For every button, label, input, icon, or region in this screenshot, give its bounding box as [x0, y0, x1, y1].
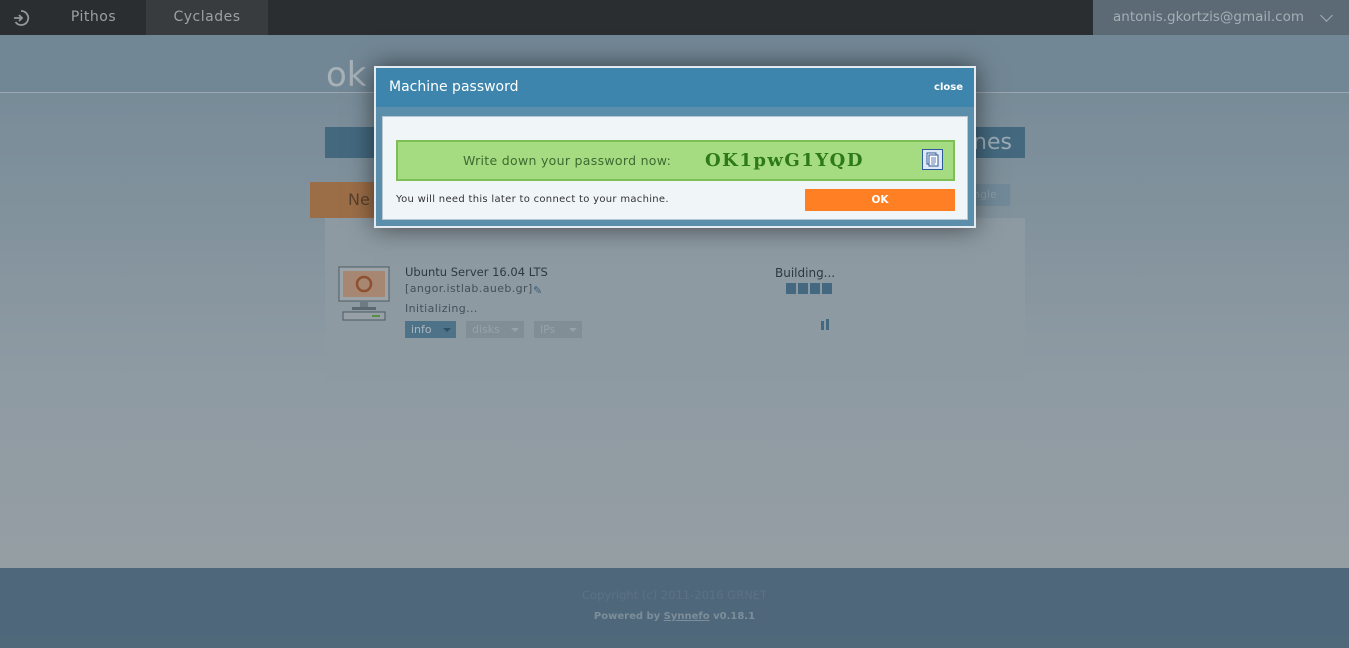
password-note: You will need this later to connect to y… — [396, 194, 669, 205]
password-prompt: Write down your password now: — [463, 153, 672, 168]
password-value[interactable]: OK1pwG1YQD — [705, 150, 864, 171]
close-link[interactable]: close — [934, 82, 963, 93]
dialog-title: Machine password — [389, 79, 519, 95]
dialog-header: Machine password close — [376, 68, 974, 107]
ok-button[interactable]: OK — [805, 189, 955, 211]
dialog-body: Write down your password now: OK1pwG1YQD… — [382, 116, 968, 220]
machine-password-dialog: Machine password close Write down your p… — [374, 66, 976, 228]
copy-clipboard-icon[interactable] — [922, 149, 943, 170]
password-box: Write down your password now: OK1pwG1YQD — [396, 140, 955, 181]
